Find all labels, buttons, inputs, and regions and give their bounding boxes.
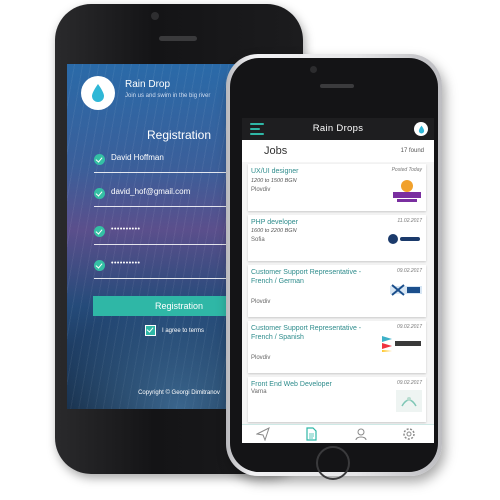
nexus-logo-icon <box>390 284 422 296</box>
job-title: Front End Web Developer <box>251 381 332 388</box>
job-city: Varna <box>251 389 267 395</box>
brand-title: Rain Drop <box>125 79 171 90</box>
user-icon[interactable] <box>354 427 368 441</box>
expedia-logo-icon <box>388 234 420 244</box>
job-card[interactable]: Front End Web Developer Varna 09.02.2017 <box>248 377 426 422</box>
company-logo-icon <box>396 390 422 412</box>
job-card[interactable]: UX/UI designer 1200 to 1500 BGN Plovdiv … <box>248 164 426 211</box>
app-title: Rain Drops <box>312 123 364 134</box>
front-camera <box>310 66 317 73</box>
jobs-header: Jobs 17 found <box>242 140 434 162</box>
earpiece-speaker <box>159 36 197 41</box>
raindrop-logo-icon <box>81 76 115 110</box>
check-circle-icon <box>94 226 105 237</box>
jobs-screen: Rain Drops Jobs 17 found UX/UI designer … <box>242 118 434 443</box>
email-value: david_hof@gmail.com <box>111 187 191 196</box>
app-bar: Rain Drops <box>242 118 434 140</box>
terms-label: I agree to terms <box>162 327 205 334</box>
job-city: Sofia <box>251 237 265 243</box>
earpiece-speaker <box>320 84 354 88</box>
front-camera <box>151 12 159 20</box>
raindrop-avatar-icon[interactable] <box>414 122 428 136</box>
job-title: UX/UI designer <box>251 168 299 175</box>
home-button[interactable] <box>316 446 350 480</box>
password-value: •••••••••• <box>111 226 141 233</box>
job-city: Plovdiv <box>251 299 271 305</box>
job-date: 09.02.2017 <box>396 380 422 386</box>
job-date: Posted Today <box>391 167 422 173</box>
name-value: David Hoffman <box>111 153 164 162</box>
job-date: 09.02.2017 <box>396 324 422 330</box>
puppy-town-logo-icon <box>393 180 421 202</box>
jobs-title: Jobs <box>264 145 288 157</box>
check-circle-icon <box>94 154 105 165</box>
brand-subtitle: Join us and swim in the big river <box>125 93 211 99</box>
terms-checkbox-row[interactable]: I agree to terms <box>145 325 204 336</box>
terms-checkbox[interactable] <box>145 325 156 336</box>
job-title: Customer Support Representative - French… <box>251 325 362 341</box>
job-salary: 1200 to 1500 BGN <box>251 178 297 184</box>
phone-front: Rain Drops Jobs 17 found UX/UI designer … <box>226 54 442 480</box>
job-card[interactable]: Customer Support Representative - French… <box>248 321 426 373</box>
job-city: Plovdiv <box>251 355 271 361</box>
job-card[interactable]: Customer Support Representative - French… <box>248 265 426 317</box>
send-icon[interactable] <box>255 427 270 442</box>
job-salary: 1600 to 2200 BGN <box>251 228 297 234</box>
job-title: Customer Support Representative - French… <box>251 269 362 285</box>
crossref-logo-icon <box>382 336 421 352</box>
job-card[interactable]: PHP developer 1600 to 2200 BGN Sofia 11.… <box>248 215 426 261</box>
document-icon[interactable] <box>304 427 318 441</box>
check-circle-icon <box>94 260 105 271</box>
job-date: 09.02.2017 <box>396 268 422 274</box>
confirm-password-value: •••••••••• <box>111 260 141 267</box>
jobs-count: 17 found <box>400 148 424 154</box>
job-title: PHP developer <box>251 219 298 226</box>
settings-icon[interactable] <box>402 427 416 441</box>
check-circle-icon <box>94 188 105 199</box>
job-date: 11.02.2017 <box>397 218 422 224</box>
phone-bezel: Rain Drops Jobs 17 found UX/UI designer … <box>230 58 438 480</box>
job-city: Plovdiv <box>251 187 271 193</box>
bottom-navigation <box>242 424 434 443</box>
